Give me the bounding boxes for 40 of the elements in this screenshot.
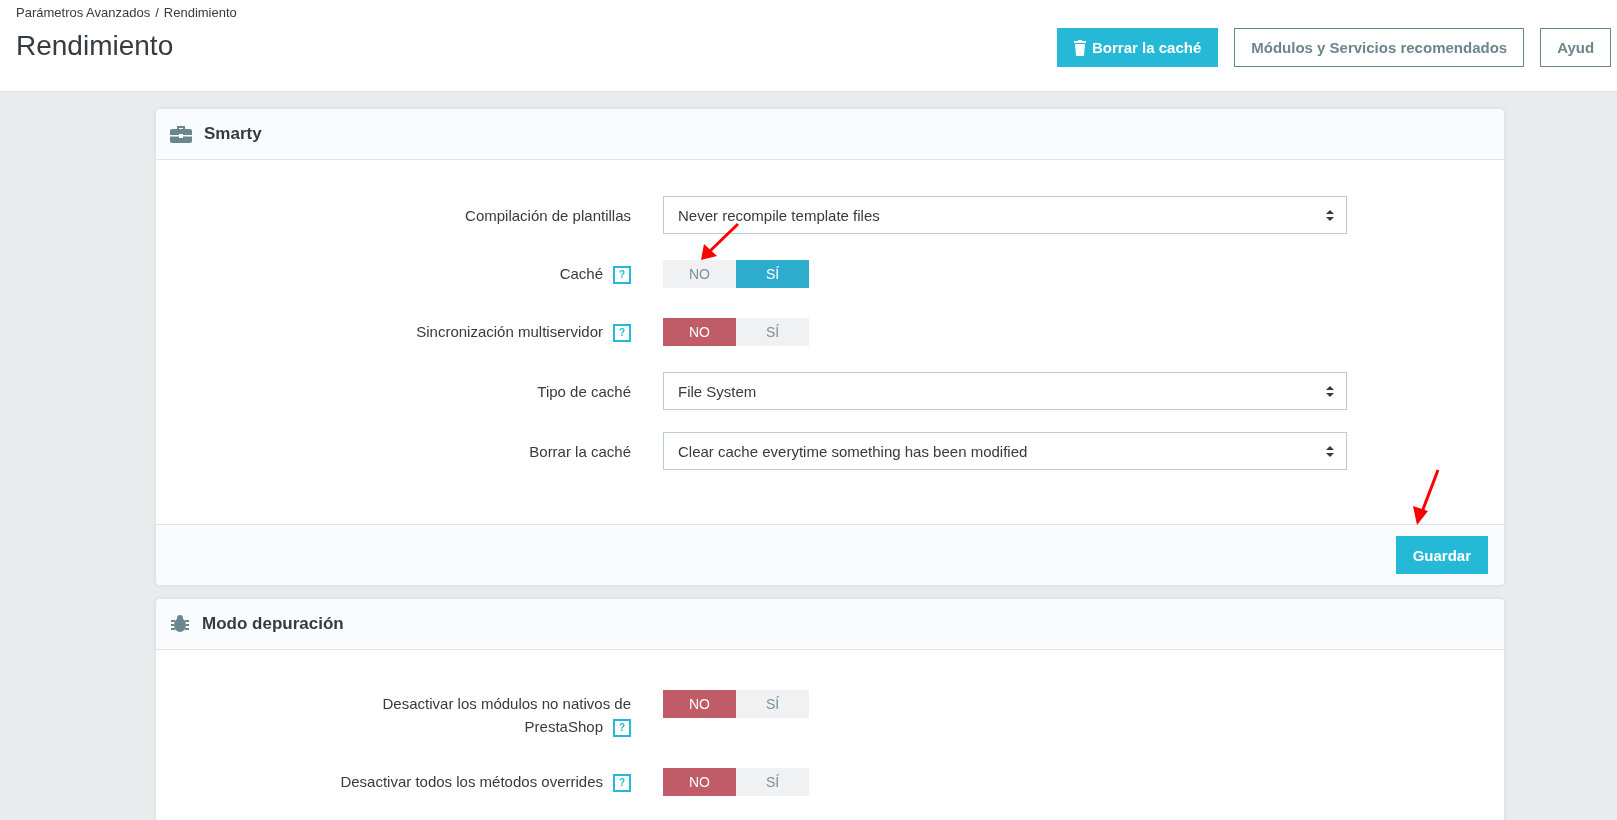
help-icon[interactable]: ? — [613, 324, 631, 343]
briefcase-icon — [170, 125, 192, 143]
select-field[interactable]: Clear cache everytime something has been modified — [663, 432, 1347, 470]
sort-caret-icon — [1326, 209, 1334, 221]
help-icon[interactable]: ? — [613, 266, 631, 285]
bug-icon — [170, 614, 190, 634]
switch-option[interactable]: SÍ — [736, 260, 809, 288]
breadcrumb-separator: / — [155, 5, 159, 20]
switch-option[interactable]: SÍ — [736, 318, 809, 346]
toolbar-button[interactable]: Ayud — [1540, 28, 1612, 67]
breadcrumb-link[interactable]: Parámetros Avanzados — [16, 5, 151, 20]
switch-option[interactable]: SÍ — [736, 768, 809, 796]
field-label: Tipo de caché — [537, 382, 631, 402]
select-field[interactable]: Never recompile template files — [663, 196, 1347, 234]
switch-option[interactable]: NO — [663, 260, 736, 288]
field-label: Sincronización multiservidor ? — [416, 320, 631, 343]
sort-caret-icon — [1326, 445, 1334, 457]
panel-title: Modo depuración — [202, 614, 344, 634]
sort-caret-icon — [1326, 385, 1334, 397]
panel-title: Smarty — [204, 124, 262, 144]
trash-icon — [1074, 39, 1086, 56]
field-label: Desactivar todos los métodos overrides ? — [340, 770, 631, 793]
switch-option[interactable]: NO — [663, 318, 736, 346]
help-icon[interactable]: ? — [613, 719, 631, 738]
help-icon[interactable]: ? — [613, 774, 631, 793]
field-label: Borrar la caché — [529, 442, 631, 462]
toolbar-button[interactable]: Módulos y Servicios recomendados — [1234, 28, 1525, 67]
switch-option[interactable]: NO — [663, 690, 736, 718]
clear-cache-button[interactable]: Borrar la caché — [1057, 28, 1219, 67]
switch-option[interactable]: SÍ — [736, 690, 809, 718]
select-field[interactable]: File System — [663, 372, 1347, 410]
page-title: Rendimiento — [16, 30, 175, 62]
annotation-arrow — [701, 222, 740, 260]
field-label: Compilación de plantillas — [465, 206, 631, 226]
save-button[interactable]: Guardar — [1395, 536, 1488, 574]
field-label: Desactivar los módulos no nativos de PrestaShop ? — [331, 692, 631, 738]
field-label: Caché ? — [559, 262, 631, 285]
annotation-arrow — [1413, 469, 1440, 525]
switch-option[interactable]: NO — [663, 768, 736, 796]
breadcrumb-link[interactable]: Rendimiento — [163, 5, 237, 20]
